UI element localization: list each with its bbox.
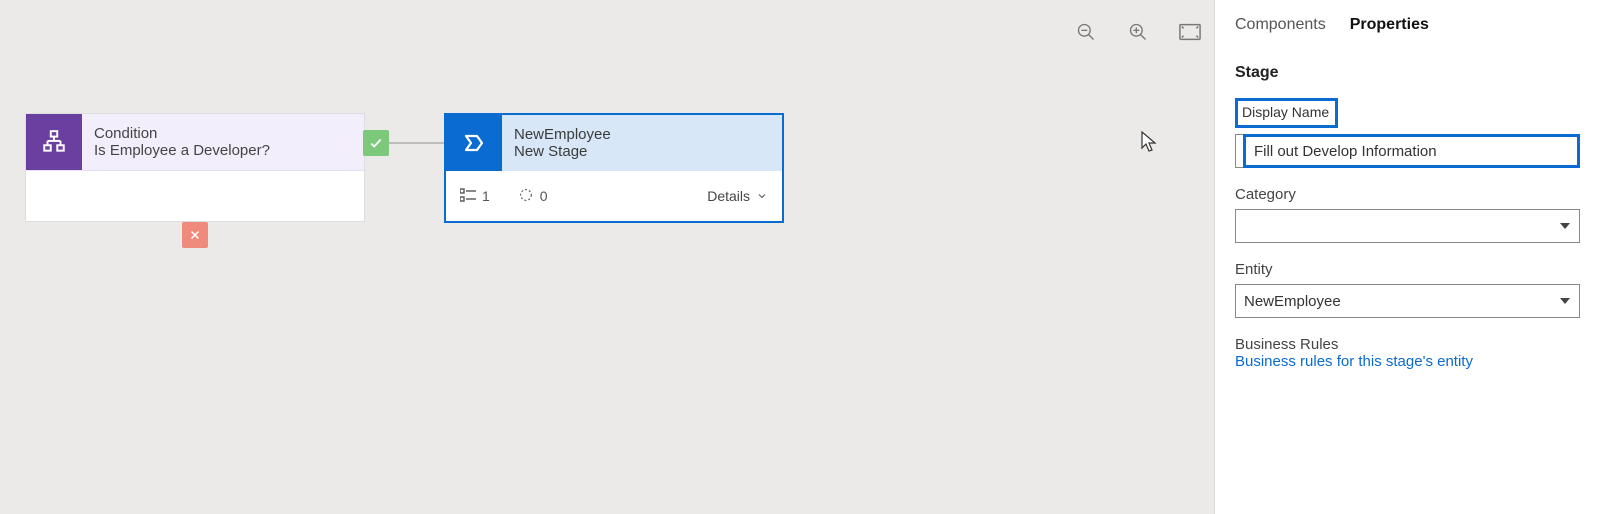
panel-section-title: Stage xyxy=(1235,64,1580,82)
condition-branch-icon xyxy=(26,114,82,170)
steps-count: 1 xyxy=(482,188,490,204)
chevron-down-icon xyxy=(756,190,768,202)
entity-label: Entity xyxy=(1235,261,1580,278)
steps-icon xyxy=(460,188,476,205)
stage-node-labels: NewEmployee New Stage xyxy=(502,115,623,171)
canvas-toolbar xyxy=(1074,20,1202,44)
condition-yes-badge[interactable] xyxy=(363,130,389,156)
entity-select[interactable]: NewEmployee xyxy=(1235,284,1580,318)
details-label: Details xyxy=(707,188,750,204)
zoom-out-icon[interactable] xyxy=(1074,20,1098,44)
stage-details-toggle[interactable]: Details xyxy=(707,188,768,204)
condition-type-label: Condition xyxy=(94,125,270,142)
field-display-name: Display Name xyxy=(1235,98,1580,168)
stage-node-selected[interactable]: NewEmployee New Stage 1 0 xyxy=(444,113,784,223)
stage-chevron-icon xyxy=(446,115,502,171)
condition-no-badge[interactable] xyxy=(182,222,208,248)
category-label: Category xyxy=(1235,186,1580,203)
stage-node-header: NewEmployee New Stage xyxy=(446,115,782,171)
business-rules-label: Business Rules xyxy=(1235,336,1580,353)
field-category: Category xyxy=(1235,186,1580,243)
business-rules-link[interactable]: Business rules for this stage's entity xyxy=(1235,353,1580,370)
display-name-input[interactable] xyxy=(1243,134,1580,168)
tab-components[interactable]: Components xyxy=(1235,10,1326,40)
condition-node-body xyxy=(26,171,364,221)
display-name-label: Display Name xyxy=(1235,98,1338,128)
display-name-gutter xyxy=(1235,134,1243,168)
condition-title: Is Employee a Developer? xyxy=(94,142,270,159)
workflow-icon xyxy=(518,187,534,206)
properties-panel: Components Properties Stage Display Name… xyxy=(1214,0,1600,514)
field-business-rules: Business Rules Business rules for this s… xyxy=(1235,336,1580,370)
stage-node-body: 1 0 Details xyxy=(446,171,782,221)
zoom-in-icon[interactable] xyxy=(1126,20,1150,44)
fit-to-screen-icon[interactable] xyxy=(1178,20,1202,44)
condition-node-header: Condition Is Employee a Developer? xyxy=(26,114,364,171)
condition-node[interactable]: Condition Is Employee a Developer? xyxy=(25,113,365,222)
stage-entity-label: NewEmployee xyxy=(514,126,611,143)
designer-canvas[interactable]: Condition Is Employee a Developer? xyxy=(0,0,1214,514)
panel-tabs: Components Properties xyxy=(1235,10,1580,40)
condition-node-labels: Condition Is Employee a Developer? xyxy=(82,114,282,170)
field-entity: Entity NewEmployee xyxy=(1235,261,1580,318)
tab-properties[interactable]: Properties xyxy=(1350,10,1429,40)
stage-title: New Stage xyxy=(514,143,611,160)
cursor-icon xyxy=(1140,130,1164,154)
category-select[interactable] xyxy=(1235,209,1580,243)
workflows-count: 0 xyxy=(540,188,548,204)
